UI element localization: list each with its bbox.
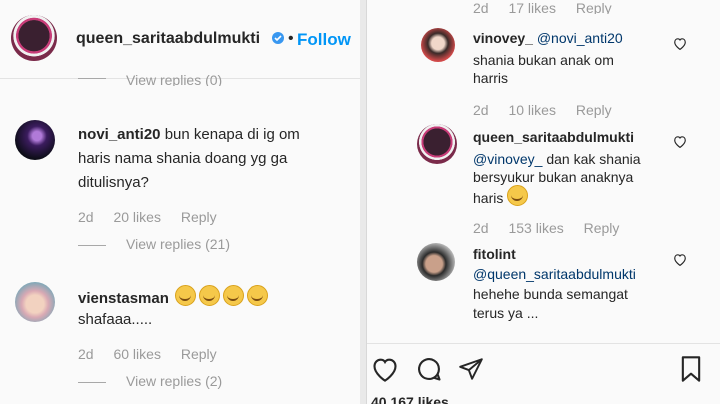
comment-avatar[interactable]: [15, 120, 55, 160]
reply-button[interactable]: Reply: [584, 220, 620, 236]
view-replies-label: View replies (21): [126, 236, 231, 252]
comment-time: 2d: [78, 209, 94, 225]
hugging-emoji-icon: [507, 185, 529, 206]
comment-avatar[interactable]: [417, 124, 457, 164]
comment-username[interactable]: fitolint: [473, 246, 516, 262]
reply-button[interactable]: Reply: [576, 0, 612, 14]
comment-text-line: haris: [473, 185, 531, 209]
comment-likes[interactable]: 153 likes: [508, 220, 563, 236]
comment-username-line: queen_saritaabdulmukti: [473, 126, 634, 148]
heart-icon[interactable]: [371, 356, 399, 387]
comment-text-line: vinovey_ @novi_anti20: [473, 27, 623, 49]
comment-mention[interactable]: @vinovey_: [473, 151, 542, 167]
comment-mention-link[interactable]: @queen_saritaabdulmukti: [473, 266, 636, 282]
like-heart-icon[interactable]: [673, 253, 687, 271]
comment-meta: 2d 60 likes Reply: [78, 346, 233, 362]
comment-time: 2d: [473, 102, 489, 118]
comment-username[interactable]: vinovey_: [473, 30, 533, 46]
comment-text-line: vienstasman: [78, 285, 271, 310]
comment-mention[interactable]: @novi_anti20: [537, 30, 623, 46]
like-heart-icon[interactable]: [673, 135, 687, 153]
comment-text: dan kak shania: [546, 151, 641, 167]
author-avatar[interactable]: [11, 15, 57, 61]
comment-likes[interactable]: 10 likes: [508, 102, 555, 118]
action-bar-divider: [367, 343, 720, 344]
reply-button[interactable]: Reply: [181, 209, 217, 225]
comment-text-line: ditulisnya?: [78, 174, 149, 191]
comment-username[interactable]: queen_saritaabdulmukti: [473, 129, 634, 145]
left-comments-panel: queen_saritaabdulmukti • Follow View rep…: [0, 0, 360, 404]
view-replies-button[interactable]: View replies (21): [78, 236, 230, 252]
comment-username[interactable]: vienstasman: [78, 290, 169, 307]
verified-badge-icon: [271, 31, 285, 50]
comment-text-line: terus ya ...: [473, 305, 539, 321]
follow-button[interactable]: Follow: [297, 30, 351, 50]
comment-time: 2d: [78, 346, 94, 362]
comment-meta: 2d 17 likes Reply: [473, 0, 628, 14]
view-replies-button[interactable]: View replies (2): [78, 373, 222, 389]
comment-likes[interactable]: 60 likes: [113, 346, 160, 362]
comment-text-line: haris nama shania doang yg ga: [78, 150, 288, 167]
comment-likes[interactable]: 17 likes: [508, 0, 555, 14]
comment-text: shafaaa.....: [78, 311, 153, 328]
comment-text-line: harris: [473, 70, 509, 86]
comment-avatar[interactable]: [421, 28, 455, 62]
comment-time: 2d: [473, 220, 489, 236]
comment-meta: 2d 10 likes Reply: [473, 102, 628, 118]
likes-total[interactable]: 40,167 likes: [371, 394, 449, 404]
comment-mention: @queen_saritaabdulmukti: [473, 263, 636, 285]
comment-text-line: novi_anti20 bun kenapa di ig om: [78, 124, 300, 146]
share-icon[interactable]: [457, 356, 485, 387]
right-comments-panel: 2d 17 likes Reply vinovey_ @novi_anti20 …: [366, 0, 720, 404]
comment-time: 2d: [473, 0, 489, 14]
comment-username-line: fitolint: [473, 243, 516, 265]
view-replies-top[interactable]: View replies (0): [78, 72, 222, 86]
header-separator: •: [288, 30, 294, 47]
like-heart-icon[interactable]: [673, 37, 687, 55]
comment-meta: 2d 153 likes Reply: [473, 220, 635, 236]
author-username[interactable]: queen_saritaabdulmukti: [76, 30, 260, 48]
view-replies-label: View replies (2): [126, 373, 223, 389]
comment-avatar[interactable]: [417, 243, 455, 281]
view-replies-top-label: View replies (0): [126, 72, 223, 86]
comment-text: bun kenapa di ig om: [164, 126, 300, 143]
reply-button[interactable]: Reply: [576, 102, 612, 118]
comment-icon[interactable]: [415, 355, 443, 388]
laughing-emoji-icon: [175, 285, 271, 307]
reply-button[interactable]: Reply: [181, 346, 217, 362]
comment-username[interactable]: novi_anti20: [78, 126, 161, 143]
comment-likes[interactable]: 20 likes: [113, 209, 160, 225]
bookmark-icon[interactable]: [679, 355, 703, 388]
comment-avatar[interactable]: [15, 282, 55, 322]
comment-meta: 2d 20 likes Reply: [78, 209, 233, 225]
comment-text: haris: [473, 190, 504, 206]
